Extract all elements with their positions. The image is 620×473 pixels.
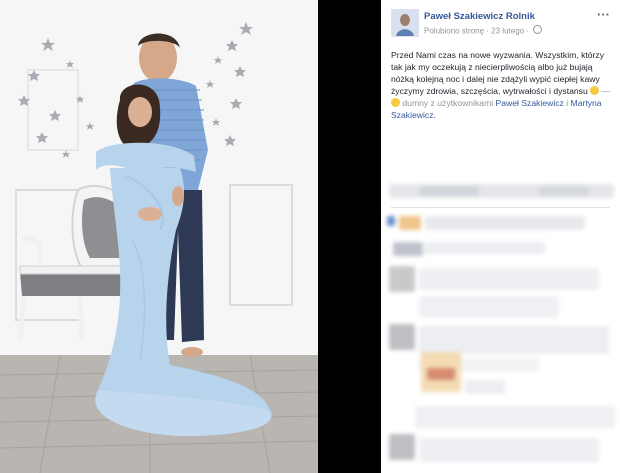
divider [391, 207, 610, 208]
post-side-panel: Paweł Szakiewicz Rolnik Polubiono stronę… [381, 0, 620, 473]
feeling-text: dumny z użytkownikami [402, 98, 494, 108]
post-date[interactable]: 23 lutego [491, 26, 524, 35]
tag-separator: i [566, 98, 569, 108]
smile-emoji-icon [590, 86, 600, 96]
blurred-reactions [389, 182, 614, 202]
globe-icon [533, 25, 543, 35]
photo-viewer: Paweł Szakiewicz Rolnik Polubiono stronę… [0, 0, 620, 473]
post-body: Przed Nami czas na nowe wyzwania. Wszyst… [391, 50, 604, 96]
post-meta: Polubiono stronę · 23 lutego · [424, 25, 543, 36]
liked-page-label[interactable]: Polubiono stronę [424, 26, 484, 35]
viewer-gutter [318, 0, 381, 473]
blurred-comments [385, 212, 617, 470]
meta-dot: · [526, 26, 532, 36]
post-photo[interactable] [0, 0, 318, 473]
more-options-icon[interactable]: ··· [597, 7, 610, 22]
feeling-dash: — [601, 86, 611, 96]
page-name-link[interactable]: Paweł Szakiewicz Rolnik [424, 11, 535, 22]
tag-user-1[interactable]: Paweł Szakiewicz [496, 98, 564, 108]
page-avatar[interactable] [391, 9, 419, 37]
studio-photo-illustration [0, 0, 318, 473]
laugh-emoji-icon [391, 98, 400, 108]
post-text: Przed Nami czas na nowe wyzwania. Wszyst… [391, 49, 611, 121]
